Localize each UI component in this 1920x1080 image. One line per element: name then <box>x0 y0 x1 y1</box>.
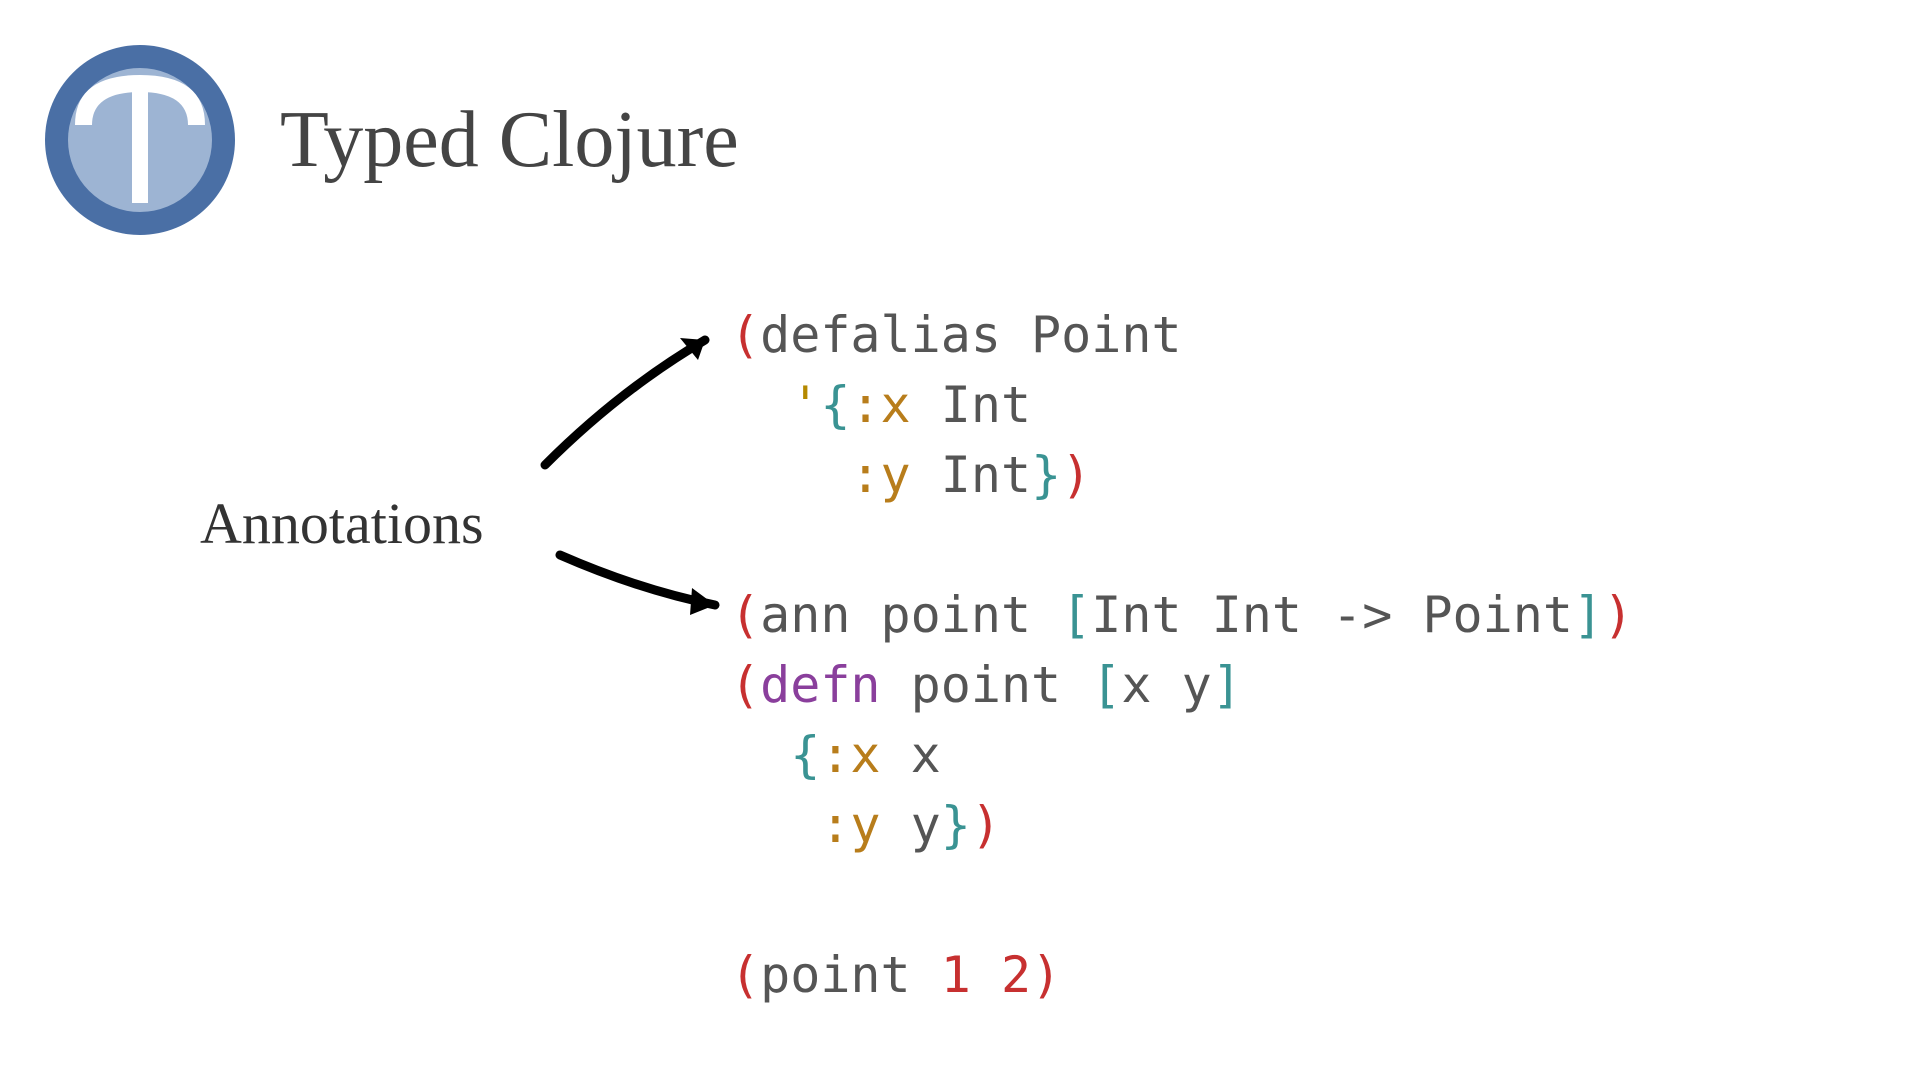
annotations-label: Annotations <box>200 490 484 557</box>
arrow-to-defalias-icon <box>530 320 740 480</box>
code-call: (point 1 2) <box>730 940 1061 1010</box>
code-defalias: (defalias Point '{:x Int :y Int}) <box>730 300 1182 510</box>
code-ann-defn: (ann point [Int Int -> Point]) (defn poi… <box>730 580 1633 860</box>
slide-header: Typed Clojure <box>40 40 739 240</box>
typed-clojure-logo-icon <box>40 40 240 240</box>
slide-title: Typed Clojure <box>280 95 739 186</box>
arrow-to-ann-icon <box>550 540 740 630</box>
